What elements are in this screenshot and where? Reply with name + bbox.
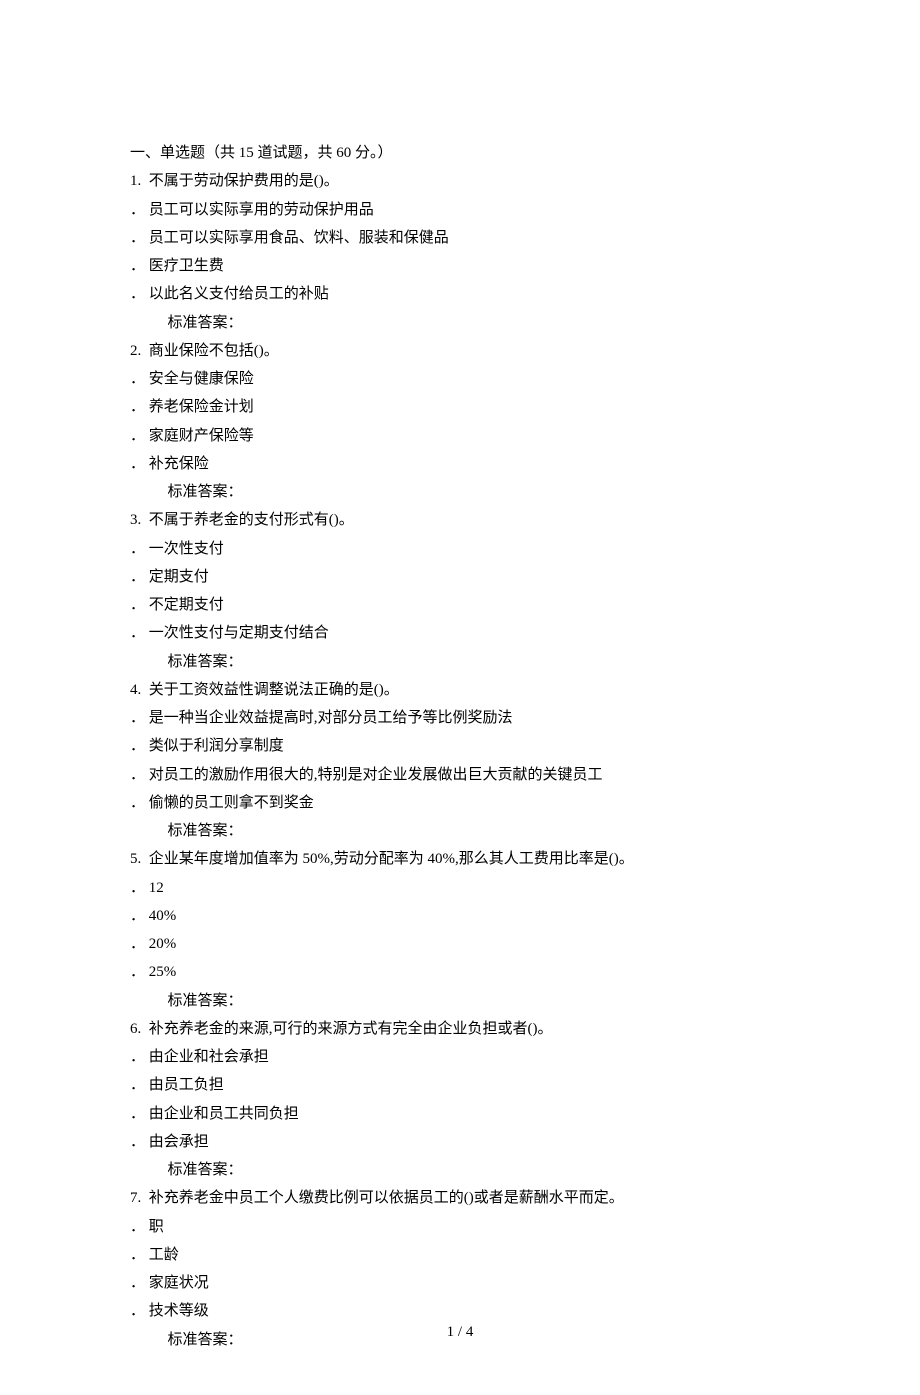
question-text: 不属于养老金的支付形式有()。 (149, 512, 354, 528)
answer-label: 标准答案： (130, 649, 790, 675)
question-number: 4. (130, 682, 141, 698)
question-stem: 3. 不属于养老金的支付形式有()。 (130, 507, 790, 533)
answer-label: 标准答案： (130, 479, 790, 505)
option: ． 类似于利润分享制度 (130, 733, 790, 759)
answer-label: 标准答案： (130, 1157, 790, 1183)
answer-label: 标准答案： (130, 818, 790, 844)
answer-label: 标准答案： (130, 988, 790, 1014)
option: ． 一次性支付 (130, 536, 790, 562)
question-text: 商业保险不包括()。 (149, 343, 279, 359)
option: ． 12 (130, 875, 790, 901)
question-number: 1. (130, 173, 141, 189)
option: ． 医疗卫生费 (130, 253, 790, 279)
question-stem: 1. 不属于劳动保护费用的是()。 (130, 168, 790, 194)
question-text: 企业某年度增加值率为 50%,劳动分配率为 40%,那么其人工费用比率是()。 (149, 851, 634, 867)
question-number: 3. (130, 512, 141, 528)
option: ． 员工可以实际享用食品、饮料、服装和保健品 (130, 225, 790, 251)
answer-label: 标准答案： (130, 310, 790, 336)
document-page: 一、单选题（共 15 道试题，共 60 分。） 1. 不属于劳动保护费用的是()… (0, 0, 920, 1395)
option: ． 由会承担 (130, 1129, 790, 1155)
option: ． 员工可以实际享用的劳动保护用品 (130, 197, 790, 223)
option: ． 由企业和员工共同负担 (130, 1101, 790, 1127)
question-number: 7. (130, 1190, 141, 1206)
question-text: 补充养老金的来源,可行的来源方式有完全由企业负担或者()。 (149, 1021, 553, 1037)
question-number: 2. (130, 343, 141, 359)
option: ． 职 (130, 1214, 790, 1240)
question-stem: 7. 补充养老金中员工个人缴费比例可以依据员工的()或者是薪酬水平而定。 (130, 1185, 790, 1211)
option: ． 偷懒的员工则拿不到奖金 (130, 790, 790, 816)
page-number: 1 / 4 (0, 1319, 920, 1345)
option: ． 定期支付 (130, 564, 790, 590)
option: ． 20% (130, 931, 790, 957)
question-stem: 6. 补充养老金的来源,可行的来源方式有完全由企业负担或者()。 (130, 1016, 790, 1042)
option: ． 对员工的激励作用很大的,特别是对企业发展做出巨大贡献的关键员工 (130, 762, 790, 788)
option: ． 养老保险金计划 (130, 394, 790, 420)
option: ． 安全与健康保险 (130, 366, 790, 392)
option: ． 是一种当企业效益提高时,对部分员工给予等比例奖励法 (130, 705, 790, 731)
option: ． 不定期支付 (130, 592, 790, 618)
question-number: 5. (130, 851, 141, 867)
option: ． 25% (130, 959, 790, 985)
option: ． 由企业和社会承担 (130, 1044, 790, 1070)
option: ． 以此名义支付给员工的补贴 (130, 281, 790, 307)
option: ． 工龄 (130, 1242, 790, 1268)
question-stem: 2. 商业保险不包括()。 (130, 338, 790, 364)
question-stem: 4. 关于工资效益性调整说法正确的是()。 (130, 677, 790, 703)
option: ． 家庭状况 (130, 1270, 790, 1296)
question-text: 关于工资效益性调整说法正确的是()。 (149, 682, 399, 698)
option: ． 补充保险 (130, 451, 790, 477)
option: ． 一次性支付与定期支付结合 (130, 620, 790, 646)
section-header: 一、单选题（共 15 道试题，共 60 分。） (130, 140, 790, 166)
question-stem: 5. 企业某年度增加值率为 50%,劳动分配率为 40%,那么其人工费用比率是(… (130, 846, 790, 872)
option: ． 40% (130, 903, 790, 929)
question-text: 不属于劳动保护费用的是()。 (149, 173, 339, 189)
option: ． 家庭财产保险等 (130, 423, 790, 449)
option: ． 由员工负担 (130, 1072, 790, 1098)
question-number: 6. (130, 1021, 141, 1037)
question-text: 补充养老金中员工个人缴费比例可以依据员工的()或者是薪酬水平而定。 (149, 1190, 624, 1206)
